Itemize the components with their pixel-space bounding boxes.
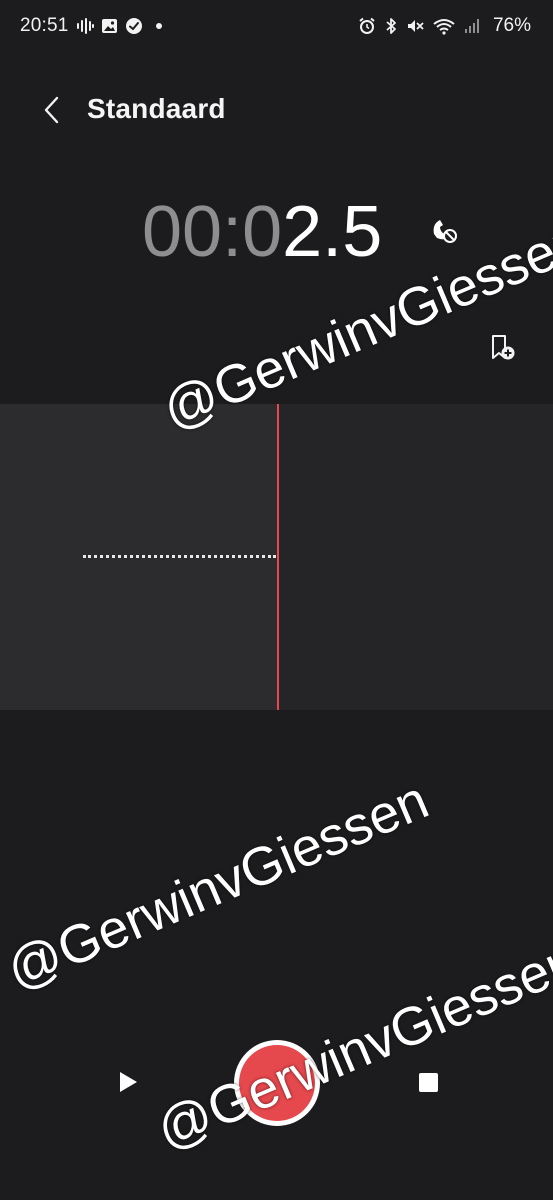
timer-elapsed-bright: 2.5 — [282, 192, 383, 272]
waveform-future-region — [279, 404, 553, 710]
timer-text: 00:02.5 — [142, 192, 382, 272]
recording-timer: 00:02.5 — [0, 192, 553, 272]
record-icon — [239, 1045, 315, 1121]
battery-percentage: 76% — [492, 15, 531, 36]
waveform-area[interactable] — [0, 404, 553, 710]
stop-icon — [418, 1072, 438, 1092]
add-bookmark-button[interactable] — [488, 333, 518, 363]
play-icon — [120, 1072, 137, 1092]
stop-button[interactable] — [408, 1062, 448, 1102]
status-left-icons — [76, 14, 162, 38]
signal-icon — [464, 18, 480, 34]
chevron-left-icon — [44, 96, 59, 124]
alarm-icon — [358, 17, 376, 35]
play-button[interactable] — [108, 1062, 148, 1102]
timer-elapsed-dim: 00:0 — [142, 192, 283, 272]
call-reject-icon — [428, 214, 460, 246]
check-badge-icon — [125, 17, 143, 35]
record-button[interactable] — [234, 1040, 320, 1126]
status-time: 20:51 — [20, 15, 69, 36]
watermark-text: @GerwinvGiessen — [0, 769, 437, 1002]
playhead[interactable] — [277, 404, 279, 710]
waveform-recorded-line — [83, 555, 276, 558]
dot-icon — [156, 23, 162, 29]
status-bar: 20:51 76% — [0, 0, 553, 56]
watermark-text: @GerwinvGiessen — [148, 929, 553, 1162]
voice-recording-icon — [76, 18, 94, 34]
gallery-icon — [101, 18, 118, 34]
wifi-icon — [433, 17, 455, 35]
status-right-icons: 76% — [358, 14, 531, 38]
back-button[interactable] — [34, 92, 70, 128]
page-title: Standaard — [87, 93, 226, 124]
mute-icon — [406, 17, 424, 35]
bluetooth-icon — [385, 17, 397, 35]
header: Standaard — [0, 80, 553, 140]
bookmark-add-icon — [492, 335, 515, 360]
